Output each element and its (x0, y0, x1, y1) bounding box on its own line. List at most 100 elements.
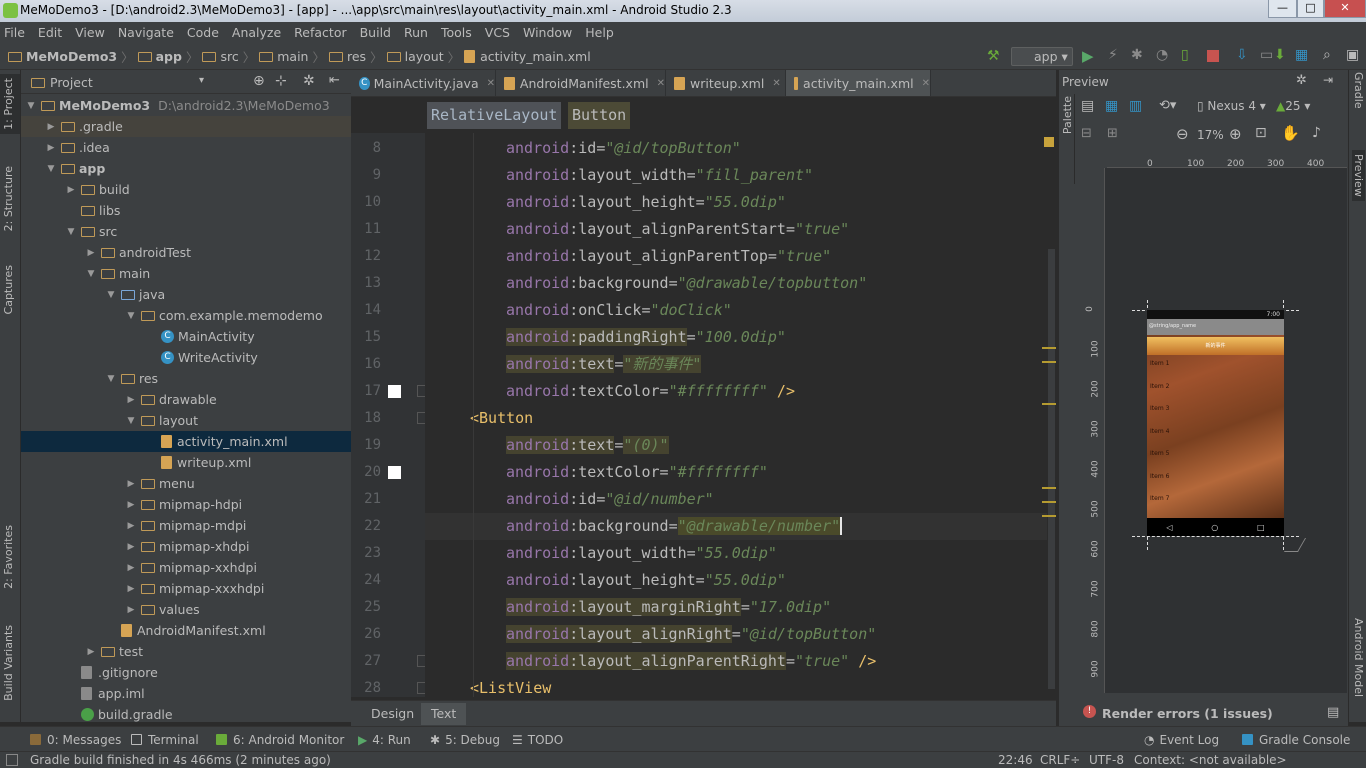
tab-project[interactable]: 1: Project (2, 78, 15, 130)
crumb-relativelayout[interactable]: RelativeLayout (427, 102, 562, 129)
search-icon[interactable]: ⌕ (1323, 47, 1331, 63)
code-line[interactable]: android:background="@drawable/topbutton" (425, 270, 867, 297)
tree-item-java[interactable]: ▼ java (21, 284, 351, 305)
caret-position[interactable]: 22:46 (998, 753, 1033, 767)
avd-manager-icon[interactable]: ▭ (1260, 47, 1273, 63)
menu-code[interactable]: Code (187, 25, 219, 40)
tree-item-com-example-memodemo[interactable]: ▼ com.example.memodemo (21, 305, 351, 326)
menu-view[interactable]: View (75, 25, 105, 40)
chevron-right-icon[interactable]: ▶ (65, 185, 77, 195)
code-editor[interactable]: android:id="@id/topButton" android:layout… (425, 133, 1048, 697)
chevron-down-icon[interactable]: ▼ (105, 374, 117, 384)
line-separator[interactable]: CRLF÷ (1040, 753, 1080, 767)
chevron-right-icon[interactable]: ▶ (85, 647, 97, 657)
chevron-down-icon[interactable]: ▼ (105, 290, 117, 300)
hide-icon[interactable]: ⇤ (329, 73, 340, 88)
bookmark-icon[interactable] (388, 385, 401, 398)
code-line[interactable]: <Button (425, 405, 533, 432)
fill-icon[interactable]: ⊞ (1107, 126, 1118, 141)
close-icon[interactable]: ✕ (922, 78, 930, 89)
tree-item-mipmap-mdpi[interactable]: ▶ mipmap-mdpi (21, 515, 351, 536)
tool-android-monitor[interactable]: 6: Android Monitor (216, 731, 344, 748)
warning-indicator[interactable] (1044, 137, 1054, 147)
code-line[interactable]: android:paddingRight="100.0dip" (425, 324, 786, 351)
crumb-src[interactable]: src (220, 49, 238, 64)
crumb-project[interactable]: MeMoDemo3 (26, 49, 117, 64)
tree-item-mipmap-hdpi[interactable]: ▶ mipmap-hdpi (21, 494, 351, 515)
code-line[interactable]: android:layout_alignParentRight="true" /… (425, 648, 876, 675)
code-line[interactable]: android:textColor="#ffffffff" (425, 459, 768, 486)
both-views-icon[interactable]: ▥ (1129, 98, 1142, 114)
sdk-manager-icon[interactable]: ⬇ (1274, 47, 1286, 63)
status-message[interactable]: Gradle build finished in 4s 466ms (2 min… (30, 753, 331, 767)
code-line[interactable]: <ListView (425, 675, 551, 697)
tree-item-writeup-xml[interactable]: writeup.xml (21, 452, 351, 473)
tree-item-mipmap-xxhdpi[interactable]: ▶ mipmap-xxhdpi (21, 557, 351, 578)
attach-debugger-icon[interactable]: ▯ (1181, 47, 1189, 63)
tab-mainactivity[interactable]: C MainActivity.java ✕ (351, 70, 496, 96)
code-line[interactable]: android:layout_marginRight="17.0dip" (425, 594, 831, 621)
gear-icon[interactable]: ✲ (1296, 73, 1307, 88)
code-line[interactable]: android:text="(0)" (425, 432, 669, 459)
tab-androidmanifest[interactable]: AndroidManifest.xml ✕ (496, 70, 666, 96)
tab-activity-main[interactable]: activity_main.xml ✕ (786, 70, 931, 96)
error-stripe-mark[interactable] (1042, 487, 1056, 489)
file-encoding[interactable]: UTF-8 (1089, 753, 1124, 767)
tree-item-build[interactable]: ▶ build (21, 179, 351, 200)
menu-file[interactable]: File (4, 25, 25, 40)
tab-design[interactable]: Design (361, 703, 424, 725)
close-icon[interactable]: ✕ (772, 78, 780, 89)
back-icon[interactable]: ◁ (1166, 523, 1172, 532)
notification-icon[interactable]: ♪ (1312, 125, 1321, 141)
menu-navigate[interactable]: Navigate (118, 25, 174, 40)
render-errors-link[interactable]: Render errors (1 issues) (1102, 706, 1273, 721)
error-stripe-mark[interactable] (1042, 361, 1056, 363)
apply-changes-icon[interactable]: ⚡ (1108, 47, 1118, 63)
collapse-icon[interactable]: ⊹ (275, 73, 287, 89)
crumb-res[interactable]: res (347, 49, 366, 64)
tool-terminal[interactable]: Terminal (131, 731, 199, 748)
tree-item-values[interactable]: ▶ values (21, 599, 351, 620)
tab-favorites[interactable]: 2: Favorites (2, 525, 15, 589)
code-line[interactable]: android:onClick="doClick" (425, 297, 732, 324)
zoom-in-icon[interactable]: ⊕ (1229, 125, 1242, 143)
tree-item-writeactivity[interactable]: C WriteActivity (21, 347, 351, 368)
crumb-layout[interactable]: layout (405, 49, 444, 64)
menu-vcs[interactable]: VCS (485, 25, 510, 40)
pan-icon[interactable]: ✋ (1281, 124, 1300, 142)
tab-gradle[interactable]: Gradle (1352, 72, 1365, 109)
tree-item--gradle[interactable]: ▶ .gradle (21, 116, 351, 137)
blueprint-icon[interactable]: ▦ (1105, 98, 1118, 114)
tool-gradle-console[interactable]: Gradle Console (1242, 731, 1350, 748)
stop-icon[interactable] (1207, 50, 1219, 62)
tree-item-layout[interactable]: ▼ layout (21, 410, 351, 431)
crumb-main[interactable]: main (277, 49, 308, 64)
tree-item-androidtest[interactable]: ▶ androidTest (21, 242, 351, 263)
tree-item--idea[interactable]: ▶ .idea (21, 137, 351, 158)
tab-palette[interactable]: Palette (1061, 96, 1074, 134)
wrap-icon[interactable]: ⊟ (1081, 126, 1092, 141)
minimize-button[interactable]: — (1268, 0, 1297, 18)
tab-writeup[interactable]: writeup.xml ✕ (666, 70, 786, 96)
menu-build[interactable]: Build (360, 25, 391, 40)
menu-tools[interactable]: Tools (441, 25, 472, 40)
menu-refactor[interactable]: Refactor (294, 25, 346, 40)
tool-messages[interactable]: 0: Messages (30, 731, 121, 748)
tree-item-test[interactable]: ▶ test (21, 641, 351, 662)
project-view-select[interactable]: Project (50, 75, 93, 90)
chevron-down-icon[interactable]: ▼ (25, 101, 37, 111)
orientation-icon[interactable]: ⟲▾ (1159, 98, 1176, 113)
tab-android-model[interactable]: Android Model (1352, 618, 1365, 697)
tree-item-libs[interactable]: libs (21, 200, 351, 221)
maximize-button[interactable]: □ (1297, 0, 1324, 18)
chevron-right-icon[interactable]: ▶ (125, 521, 137, 531)
top-button-preview[interactable]: 新的事件 (1147, 337, 1284, 355)
sync-icon[interactable]: ⊕ (253, 73, 265, 89)
close-button[interactable]: ✕ (1324, 0, 1366, 18)
tree-item-mipmap-xhdpi[interactable]: ▶ mipmap-xhdpi (21, 536, 351, 557)
chevron-right-icon[interactable]: ▶ (85, 248, 97, 258)
tree-item-memodemo3[interactable]: ▼ MeMoDemo3 D:\android2.3\MeMoDemo3 (21, 95, 351, 116)
code-line[interactable]: android:layout_alignParentStart="true" (425, 216, 849, 243)
design-view-icon[interactable]: ▤ (1081, 98, 1094, 114)
menu-run[interactable]: Run (404, 25, 428, 40)
